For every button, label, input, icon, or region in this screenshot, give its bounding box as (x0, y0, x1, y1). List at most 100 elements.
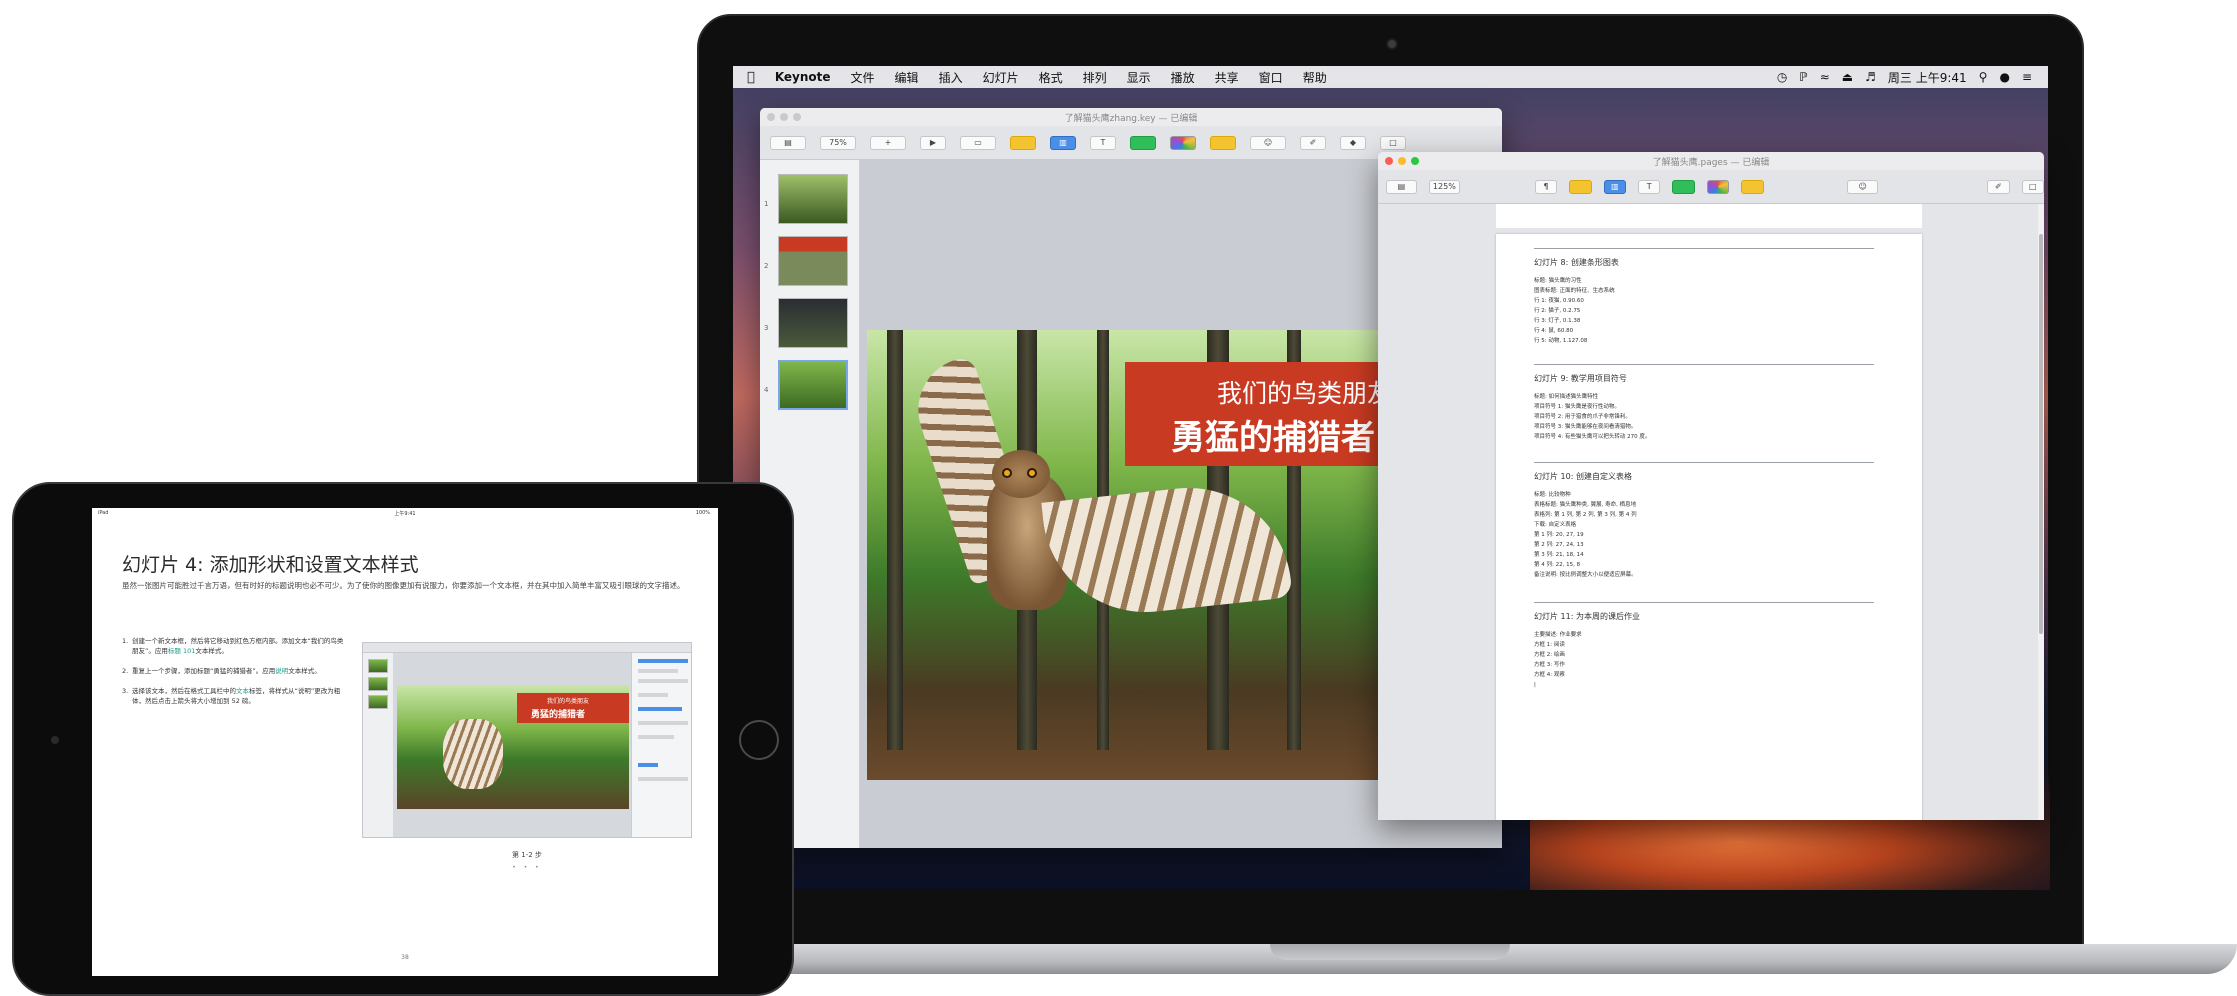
insert-button[interactable]: ¶ (1534, 179, 1558, 194)
vertical-scrollbar[interactable] (2038, 204, 2044, 820)
ipad-screen: iPad 上午9:41 100% 幻灯片 4: 添加形状和设置文本样式 虽然一张… (92, 508, 718, 976)
ipad-camera-icon (51, 736, 59, 744)
collaborate-button[interactable]: ☺ (1250, 135, 1286, 150)
page-description: 虽然一张图片可能胜过千言万语，但有时好的标题说明也必不可少。为了使你的图像更加有… (122, 581, 685, 590)
menu-insert[interactable]: 插入 (929, 69, 973, 86)
menu-file[interactable]: 文件 (841, 69, 885, 86)
format-button[interactable]: ✐ (1987, 179, 2010, 194)
menu-share[interactable]: 共享 (1205, 69, 1249, 86)
play-button[interactable]: ▶ (920, 135, 946, 150)
menu-help[interactable]: 帮助 (1293, 69, 1337, 86)
media-button[interactable] (1170, 135, 1196, 150)
step-number: 1. (122, 637, 129, 645)
wifi-icon[interactable]: ≈ (1820, 70, 1830, 84)
keynote-titlebar: 了解猫头鹰zhang.key — 已编辑 (760, 108, 1502, 126)
view-button[interactable]: ▤ (1386, 179, 1417, 194)
menu-view[interactable]: 显示 (1117, 69, 1161, 86)
slide-thumbnail-selected[interactable] (778, 360, 848, 410)
view-button[interactable]: ▤ (770, 135, 806, 150)
minimize-icon[interactable] (1398, 157, 1406, 165)
shape-button[interactable] (1130, 135, 1156, 150)
menu-format[interactable]: 格式 (1029, 69, 1073, 86)
slide-thumbnail[interactable] (778, 174, 848, 224)
notification-center-icon[interactable]: ≡ (2022, 70, 2032, 84)
add-slide-button[interactable]: + (870, 135, 906, 150)
chart-button[interactable]: ▥ (1050, 135, 1076, 150)
screenshot-title: 勇猛的捕猎者 (531, 710, 586, 720)
menu-play[interactable]: 播放 (1161, 69, 1205, 86)
close-icon[interactable] (1385, 157, 1393, 165)
chart-button[interactable]: ▥ (1603, 179, 1627, 194)
document-button[interactable]: □ (1380, 135, 1406, 150)
apple-menu-icon[interactable]:  (733, 70, 765, 85)
step-number: 2. (122, 667, 129, 675)
menu-window[interactable]: 窗口 (1249, 69, 1293, 86)
step-highlight: 标题 101 (167, 647, 196, 655)
document-button[interactable]: □ (2021, 179, 2044, 194)
shape-button[interactable] (1672, 179, 1695, 194)
list-item: 3. 选择该文本，然后在格式工具栏中的文本标签，将样式从“说明”更改为粗体，然后… (122, 686, 348, 706)
slide-title[interactable]: 勇猛的捕猎者 (1171, 410, 1375, 459)
pages-window-title: 了解猫头鹰.pages — 已编辑 (1652, 157, 1770, 168)
slide-number: 2 (764, 262, 769, 270)
tutorial-screenshot[interactable]: 我们的鸟类朋友 勇猛的捕猎者 (362, 642, 692, 838)
comment-button[interactable] (1210, 135, 1236, 150)
menu-app-name[interactable]: Keynote (765, 70, 841, 84)
home-button-icon[interactable] (739, 720, 779, 760)
text-button[interactable]: T (1090, 135, 1116, 150)
slide-number: 4 (764, 386, 769, 394)
document-line: 方框 4: 观察 (1534, 672, 1565, 678)
slide-subtitle[interactable]: 我们的鸟类朋友 (1217, 374, 1392, 410)
step-list: 1. 创建一个新文本框，然后将它移动到红色方框内部。添加文本“我们的鸟类朋友”。… (122, 636, 348, 716)
document-line: 项目符号 2: 用于猎食的爪子非常锋利。 (1534, 414, 1631, 420)
keynote-window-title: 了解猫头鹰zhang.key — 已编辑 (1064, 113, 1198, 124)
menu-edit[interactable]: 编辑 (885, 69, 929, 86)
zoom-icon[interactable] (1411, 157, 1419, 165)
volume-icon[interactable]: ♬ (1865, 70, 1876, 84)
slide-thumbnail[interactable] (778, 298, 848, 348)
document-line: 行 3: 灯子, 0.1.38 (1534, 318, 1581, 324)
table-button[interactable] (1569, 179, 1592, 194)
zoom-icon[interactable] (793, 113, 801, 121)
siri-icon[interactable]: ● (1999, 70, 2009, 84)
menu-clock[interactable]: 周三 上午9:41 (1888, 69, 1967, 86)
media-button[interactable] (1706, 179, 1730, 194)
page-indicator[interactable]: • • • (362, 864, 692, 871)
menu-arrange[interactable]: 排列 (1073, 69, 1117, 86)
text-cursor: | (1534, 682, 1536, 688)
marketing-scene:  Keynote 文件 编辑 插入 幻灯片 格式 排列 显示 播放 共享 窗口… (0, 0, 2237, 996)
document-line: 下载: 自定义表格 (1534, 522, 1577, 528)
bluetooth-icon[interactable]: ℙ (1799, 70, 1807, 84)
menu-bar:  Keynote 文件 编辑 插入 幻灯片 格式 排列 显示 播放 共享 窗口… (733, 66, 2048, 88)
eject-icon[interactable]: ⏏ (1842, 70, 1853, 84)
screenshot-toolbar (363, 643, 691, 653)
animate-button[interactable]: ◆ (1340, 135, 1366, 150)
pages-window: 了解猫头鹰.pages — 已编辑 ▤ 125% ¶ ▥ T ☺ ✐ □ 幻灯片… (1378, 152, 2044, 820)
menu-slide[interactable]: 幻灯片 (973, 69, 1029, 86)
zoom-button[interactable]: 75% (820, 135, 856, 150)
minimize-icon[interactable] (780, 113, 788, 121)
spotlight-icon[interactable]: ⚲ (1979, 70, 1988, 84)
scrollbar-knob[interactable] (2039, 234, 2043, 634)
tree-trunk (887, 330, 903, 750)
list-item: 2. 重复上一个步骤，添加标题“勇猛的捕猎者”。应用说明文本样式。 (122, 666, 348, 676)
document-page[interactable]: 幻灯片 8: 创建条形图表 标题: 猫头鹰的习性 图表标题: 正面的特征、生态系… (1496, 234, 1922, 820)
step-highlight: 说明 (275, 667, 289, 675)
comment-button[interactable] (1741, 179, 1764, 194)
close-icon[interactable] (767, 113, 775, 121)
collaborate-button[interactable]: ☺ (1847, 179, 1879, 194)
status-bar: iPad 上午9:41 100% (92, 508, 718, 518)
slide-thumbnail[interactable] (778, 236, 848, 286)
document-line: 第 4 列: 22, 15, 8 (1534, 562, 1581, 568)
macbook-camera-icon (1386, 38, 1398, 50)
table-button[interactable] (1010, 135, 1036, 150)
keynote-live-button[interactable]: ▭ (960, 135, 996, 150)
section-heading: 幻灯片 11: 为本周的课后作业 (1534, 612, 1640, 621)
pages-toolbar: ▤ 125% ¶ ▥ T ☺ ✐ □ (1378, 170, 2044, 204)
time-machine-icon[interactable]: ◷ (1777, 70, 1787, 84)
text-button[interactable]: T (1638, 179, 1661, 194)
zoom-button[interactable]: 125% (1428, 179, 1460, 194)
owl-eye (1002, 468, 1012, 478)
format-button[interactable]: ✐ (1300, 135, 1326, 150)
step-text: 选择该文本，然后在格式工具栏中的 (132, 687, 236, 695)
